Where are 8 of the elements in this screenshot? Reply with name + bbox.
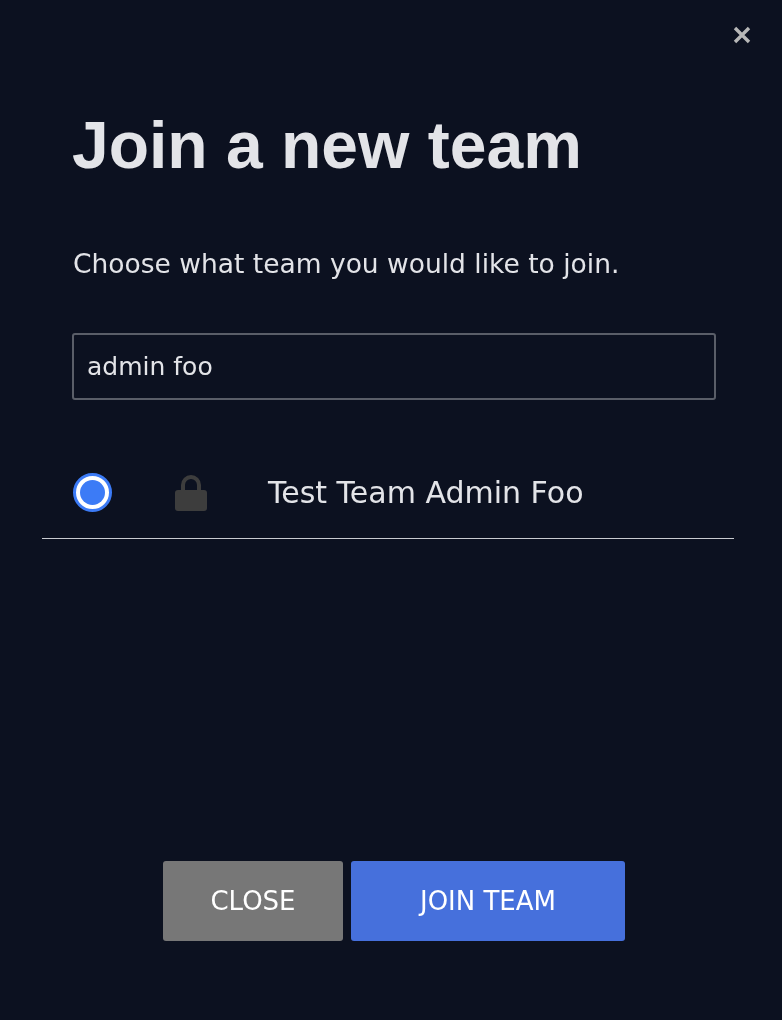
close-button[interactable]: CLOSE xyxy=(163,861,343,941)
close-icon[interactable] xyxy=(732,25,752,45)
radio-button[interactable] xyxy=(73,473,112,512)
team-name[interactable]: Test Team Admin Foo xyxy=(268,474,584,511)
join-team-button[interactable]: JOIN TEAM xyxy=(351,861,625,941)
search-field[interactable]: admin foo xyxy=(72,333,716,400)
dialog-subtitle: Choose what team you would like to join. xyxy=(73,247,620,281)
dialog-title: Join a new team xyxy=(72,107,582,184)
